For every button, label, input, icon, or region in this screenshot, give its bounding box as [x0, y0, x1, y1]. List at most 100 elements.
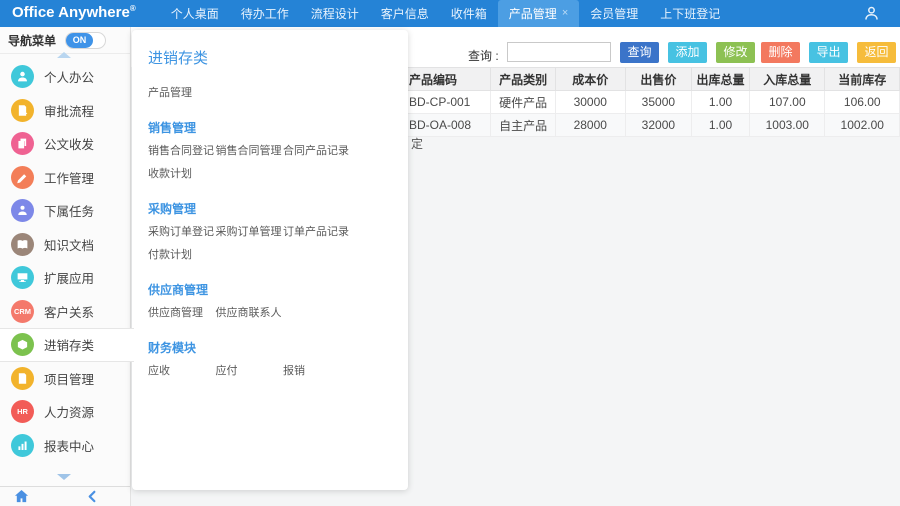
topbar-tab-3[interactable]: 客户信息: [370, 0, 440, 27]
sidebar-item-label: 项目管理: [44, 372, 95, 387]
documents-icon: [11, 132, 34, 156]
tab-label: 产品管理: [508, 7, 557, 21]
home-icon[interactable]: [14, 489, 29, 504]
work-pen-icon: [11, 165, 34, 189]
flyout-section-title-1: 采购管理: [148, 202, 197, 216]
sidebar-item-6[interactable]: 扩展应用: [0, 261, 130, 295]
add-button[interactable]: 添加: [668, 42, 707, 63]
table-row[interactable]: BD-CP-001 硬件产品 30000 35000 1.00 107.00 106.00: [402, 90, 900, 114]
topbar-tabs: 个人桌面 待办工作 流程设计 客户信息 收件箱 产品管理 × 会员管理 上下班登记: [160, 0, 732, 27]
flyout-menu-item[interactable]: 销售合同管理: [216, 140, 284, 163]
sidebar-item-8[interactable]: 进销存类: [0, 328, 134, 362]
topbar-tab-0[interactable]: 个人桌面: [160, 0, 230, 27]
sidebar-item-3[interactable]: 工作管理: [0, 161, 130, 195]
flyout-panel: 进销存类 产品管理 销售管理 销售合同登记 销售合同管理 合同产品记录 收款计划 采购管理…: [132, 30, 408, 490]
sidebar: 导航菜单 ON 个人办公审批流程公文收发工作管理下属任务知识文档 扩展应用 CRM 客…: [0, 27, 134, 506]
sidebar-item-label: 人力资源: [44, 406, 95, 421]
topbar-tab-5[interactable]: 产品管理 ×: [497, 0, 580, 27]
bar-chart-icon: [11, 433, 34, 457]
app-window: Office Anywhere® 个人桌面 待办工作 流程设计 客户信息 收件箱 产品管理…: [0, 0, 900, 506]
flyout-menu-item[interactable]: 供应商联系人: [216, 302, 284, 325]
column-header: 当前库存: [824, 67, 900, 91]
topbar-tab-7[interactable]: 上下班登记: [649, 0, 731, 27]
tab-label: 流程设计: [310, 7, 359, 21]
close-icon[interactable]: ×: [562, 8, 568, 19]
flyout-section-items: 应收 应付 报销: [148, 360, 363, 383]
flyout-menu-item[interactable]: 收款计划: [148, 163, 216, 186]
sidebar-item-label: 个人办公: [44, 71, 95, 86]
flyout-menu-item[interactable]: 销售合同登记: [148, 140, 216, 163]
nav-menu-toggle[interactable]: ON: [65, 31, 107, 49]
delete-button[interactable]: 删除: [761, 42, 800, 63]
topbar-tab-4[interactable]: 收件箱: [440, 0, 498, 27]
collapse-chevron-left-icon[interactable]: [86, 490, 99, 503]
flyout-menu-item[interactable]: 合同产品记录: [283, 140, 351, 163]
user-account-icon[interactable]: [863, 5, 880, 22]
column-header: 出售价: [624, 67, 693, 91]
flyout-title: 进销存类: [148, 50, 209, 67]
flyout-menu-item[interactable]: 报销: [283, 360, 351, 383]
export-button[interactable]: 导出: [809, 42, 848, 63]
back-button[interactable]: 返回: [857, 42, 896, 63]
sidebar-item-label: 报表中心: [44, 439, 95, 454]
book-icon: [11, 232, 34, 256]
flyout-section-title-3: 财务模块: [148, 341, 197, 355]
sidebar-menu: 个人办公审批流程公文收发工作管理下属任务知识文档 扩展应用 CRM 客户关系进销存类项…: [0, 60, 134, 463]
table-head: 产品编码 产品类别 成本价 出售价 出库总量 入库总量 当前库存: [402, 67, 900, 91]
search-label: 查询 :: [468, 49, 499, 63]
tab-label: 会员管理: [590, 7, 639, 21]
topbar-tab-1[interactable]: 待办工作: [230, 0, 300, 27]
table-cell: 32000: [624, 113, 693, 137]
table-row[interactable]: BD-OA-008 自主产品 28000 32000 1.00 1003.00 1002.0…: [402, 113, 900, 137]
flyout-menu-item[interactable]: 应付: [216, 360, 284, 383]
nav-menu-label: 导航菜单: [8, 33, 57, 48]
flyout-menu-item[interactable]: 订单产品记录: [283, 221, 351, 244]
product-table: 产品编码 产品类别 成本价 出售价 出库总量 入库总量 当前库存 BD-CP-001 硬件产品…: [402, 67, 900, 137]
approval-doc-icon: [11, 98, 34, 122]
query-button[interactable]: 查询: [620, 42, 659, 63]
column-header: 入库总量: [749, 67, 826, 91]
toggle-on-state: ON: [66, 32, 94, 48]
nav-menu-toggle-row: 导航菜单 ON: [0, 27, 130, 54]
sidebar-item-label: 进销存类: [44, 339, 95, 354]
scroll-up-icon[interactable]: [57, 52, 71, 58]
sidebar-item-2[interactable]: 公文收发: [0, 127, 130, 161]
table-cell: 35000: [624, 90, 693, 114]
flyout-menu-item[interactable]: 采购订单管理: [216, 221, 284, 244]
sidebar-item-11[interactable]: 报表中心: [0, 429, 130, 463]
flyout-menu-item[interactable]: 采购订单登记: [148, 221, 216, 244]
flyout-menu-item[interactable]: 产品管理: [148, 82, 216, 105]
topbar-tab-2[interactable]: 流程设计: [300, 0, 370, 27]
topbar-tab-6[interactable]: 会员管理: [579, 0, 649, 27]
column-header: 产品类别: [490, 67, 556, 91]
scroll-down-icon[interactable]: [57, 474, 71, 480]
sidebar-item-9[interactable]: 项目管理: [0, 362, 130, 396]
flyout-menu-item[interactable]: 付款计划: [148, 244, 216, 267]
edit-button[interactable]: 修改: [716, 42, 755, 63]
table-cell: 107.00: [749, 90, 826, 114]
sidebar-item-label: 下属任务: [44, 205, 95, 220]
sidebar-item-0[interactable]: 个人办公: [0, 60, 130, 94]
flyout-section-items: 采购订单登记 采购订单管理 订单产品记录付款计划: [148, 221, 363, 267]
table-cell: 106.00: [824, 90, 900, 114]
app-logo: Office Anywhere®: [12, 4, 136, 21]
flyout-menu-item[interactable]: 供应商管理: [148, 302, 216, 325]
flyout-menu-item[interactable]: 应收: [148, 360, 216, 383]
flyout-sections: 销售管理 销售合同登记 销售合同管理 合同产品记录 收款计划 采购管理 采购订单登记 采购订单…: [148, 119, 408, 383]
sidebar-item-10[interactable]: HR 人力资源: [0, 395, 130, 429]
sidebar-item-4[interactable]: 下属任务: [0, 194, 130, 228]
tab-label: 收件箱: [450, 7, 487, 21]
header-row: 产品编码 产品类别 成本价 出售价 出库总量 入库总量 当前库存: [402, 67, 900, 91]
registered-mark: ®: [129, 4, 136, 13]
sidebar-item-7[interactable]: CRM 客户关系: [0, 295, 130, 329]
column-header: 成本价: [554, 67, 626, 91]
tab-label: 个人桌面: [170, 7, 219, 21]
subordinate-user-icon: [11, 199, 34, 223]
table-cell: 30000: [554, 90, 626, 114]
sidebar-item-5[interactable]: 知识文档: [0, 228, 130, 262]
sidebar-item-label: 公文收发: [44, 138, 95, 153]
sidebar-item-1[interactable]: 审批流程: [0, 94, 130, 128]
table-cell: 1.00: [690, 90, 751, 114]
search-input[interactable]: [507, 42, 611, 62]
table-body: BD-CP-001 硬件产品 30000 35000 1.00 107.00 106.00 B…: [402, 90, 900, 137]
